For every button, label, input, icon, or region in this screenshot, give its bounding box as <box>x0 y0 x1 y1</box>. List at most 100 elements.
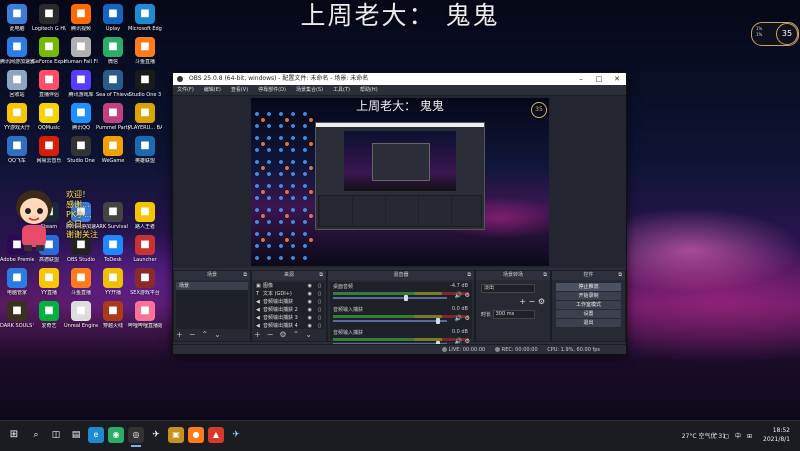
gear-icon[interactable]: ⚙ <box>465 315 470 322</box>
search-icon[interactable]: ⌕ <box>28 427 44 443</box>
desktop-icon[interactable]: ■ 腾讯QQ <box>64 103 98 131</box>
desktop-icon[interactable]: ■ YY游戏大厅 <box>0 103 34 131</box>
source-item[interactable]: ◀ 音频输出捕获 3 ◉ ▯ <box>254 314 324 322</box>
desktop-icon[interactable]: ■ 穿越火线 <box>96 301 130 329</box>
desktop-icon[interactable]: ■ 爱奇艺 <box>32 301 66 329</box>
add-source-icon[interactable]: + <box>254 330 261 339</box>
menu-item[interactable]: 文件(F) <box>177 87 194 93</box>
add-transition-icon[interactable]: + <box>519 297 526 306</box>
source-item[interactable]: ◀ 音频输出捕获 2 ◉ ▯ <box>254 306 324 314</box>
performance-widget[interactable]: 1% 1% 35 <box>751 22 799 46</box>
desktop-icon[interactable]: ■ ARK Survival Evolved <box>96 202 130 230</box>
volume-slider[interactable] <box>333 318 447 324</box>
scenes-list[interactable]: 场景 <box>176 282 248 329</box>
desktop-icon[interactable]: ■ Human Fall Flat <box>64 37 98 65</box>
visibility-eye-icon[interactable]: ◉ <box>308 282 312 290</box>
remove-scene-icon[interactable]: − <box>189 330 196 339</box>
remove-transition-icon[interactable]: − <box>529 297 536 306</box>
source-settings-icon[interactable]: ⚙ <box>279 330 286 339</box>
edge-icon[interactable]: e <box>88 427 104 443</box>
plane-icon[interactable]: ✈ <box>148 427 164 443</box>
source-item[interactable]: ▣ 图像 ◉ ▯ <box>254 282 324 290</box>
visibility-eye-icon[interactable]: ◉ <box>308 290 312 298</box>
wechat-icon[interactable]: ◉ <box>108 427 124 443</box>
dock-popout-icon[interactable]: ⧉ <box>543 271 547 280</box>
obs-window[interactable]: OBS 25.0.8 (64-bit, windows) - 配置文件: 未命名… <box>172 72 627 355</box>
move-up-icon[interactable]: ⌃ <box>201 330 208 339</box>
source-item[interactable]: T 文本 (GDI+) ◉ ▯ <box>254 290 324 298</box>
desktop-icon[interactable]: ■ 哔哩哔哩直播姬 <box>128 301 162 329</box>
visibility-eye-icon[interactable]: ◉ <box>308 298 312 306</box>
dock-popout-icon[interactable]: ⧉ <box>243 271 247 280</box>
lock-icon[interactable]: ▯ <box>318 322 321 330</box>
menu-item[interactable]: 工具(T) <box>333 87 350 93</box>
preview-canvas[interactable]: 上周老大： 鬼鬼 35 <box>251 98 549 266</box>
plane-icon[interactable]: ✈ <box>228 427 244 443</box>
transition-select[interactable]: 淡出 <box>481 284 535 293</box>
visibility-eye-icon[interactable]: ◉ <box>308 306 312 314</box>
menu-item[interactable]: 查看(V) <box>231 87 248 93</box>
desktop-icon[interactable]: ■ 路人王者 <box>128 202 162 230</box>
app-icon[interactable]: ▲ <box>208 427 224 443</box>
source-item[interactable]: ◀ 音频输出捕获 ◉ ▯ <box>254 298 324 306</box>
lock-icon[interactable]: ▯ <box>318 306 321 314</box>
move-down-icon[interactable]: ⌄ <box>214 330 221 339</box>
tray-icons[interactable]: ^ ◻ 中 ⊞ <box>713 431 754 440</box>
lock-icon[interactable]: ▯ <box>318 290 321 298</box>
app-icon[interactable]: ▣ <box>168 427 184 443</box>
source-item[interactable]: ◀ 音频输出捕获 4 ◉ ▯ <box>254 322 324 330</box>
desktop-icon[interactable]: ■ YY直播 <box>32 268 66 296</box>
desktop-icon[interactable]: ■ Pummel Party <box>96 103 130 131</box>
desktop-icon[interactable]: ■ Logitech G HUB <box>32 4 66 32</box>
volume-slider[interactable] <box>333 295 447 301</box>
gear-icon[interactable]: ⚙ <box>465 292 470 299</box>
control-button[interactable]: 开始录制 <box>556 292 621 300</box>
desktop-icon[interactable]: ■ DARK SOULS™ III <box>0 301 34 329</box>
maximize-button[interactable]: □ <box>590 73 608 85</box>
desktop-icon[interactable]: ■ SEX游戏平台 <box>128 268 162 296</box>
move-up-icon[interactable]: ⌃ <box>293 330 300 339</box>
lock-icon[interactable]: ▯ <box>318 282 321 290</box>
volume-slider-knob[interactable] <box>403 295 408 301</box>
menu-item[interactable]: 帮助(H) <box>360 87 378 93</box>
start-button[interactable]: ⊞ <box>6 427 22 443</box>
desktop-icon[interactable]: ■ Sea of Thieves <box>96 70 130 98</box>
task-view-icon[interactable]: ◫ <box>48 427 64 443</box>
lock-icon[interactable]: ▯ <box>318 298 321 306</box>
menu-item[interactable]: 编辑(E) <box>204 87 221 93</box>
desktop-icon[interactable]: ■ 斗鱼直播 <box>128 37 162 65</box>
scene-item[interactable]: 场景 <box>176 282 248 290</box>
desktop-icon[interactable]: ■ 电脑管家 <box>0 268 34 296</box>
desktop-icon[interactable]: ■ 微信 <box>96 37 130 65</box>
lock-icon[interactable]: ▯ <box>318 314 321 322</box>
move-down-icon[interactable]: ⌄ <box>305 330 312 339</box>
desktop-icon[interactable]: ■ 回收站 <box>0 70 34 98</box>
transition-settings-icon[interactable]: ⚙ <box>538 297 545 306</box>
menu-item[interactable]: 场景集合(S) <box>296 87 323 93</box>
desktop-icon[interactable]: ■ GeForce Experience <box>32 37 66 65</box>
add-scene-icon[interactable]: + <box>176 330 183 339</box>
desktop-icon[interactable]: ■ 网易云音乐 <box>32 136 66 164</box>
desktop-icon[interactable]: ■ 此电脑 <box>0 4 34 32</box>
desktop-icon[interactable]: ■ 直播伴侣 <box>32 70 66 98</box>
desktop-icon[interactable]: ■ QQMusic <box>32 103 66 131</box>
speaker-icon[interactable]: 🔊 <box>455 292 462 299</box>
desktop-icon[interactable]: ■ Studio One <box>64 136 98 164</box>
dock-popout-icon[interactable]: ⧉ <box>467 271 471 280</box>
desktop-icon[interactable]: ■ Microsoft Edge <box>128 4 162 32</box>
speaker-icon[interactable]: 🔊 <box>455 315 462 322</box>
douyu-icon[interactable]: ● <box>188 427 204 443</box>
desktop-icon[interactable]: ■ YY开播 <box>96 268 130 296</box>
desktop-icon[interactable]: ■ WeGame <box>96 136 130 164</box>
desktop-icon[interactable]: ■ 英雄联盟 <box>128 136 162 164</box>
visibility-eye-icon[interactable]: ◉ <box>308 322 312 330</box>
desktop-icon[interactable]: ■ ToDesk <box>96 235 130 263</box>
control-button[interactable]: 工作室模式 <box>556 301 621 309</box>
desktop-icon[interactable]: ■ 腾讯游戏库 <box>64 70 98 98</box>
desktop-icon[interactable]: ■ 腾讯视频 <box>64 4 98 32</box>
dock-popout-icon[interactable]: ⧉ <box>319 271 323 280</box>
obs-taskbar-icon[interactable]: ◎ <box>128 427 144 447</box>
minimize-button[interactable]: – <box>572 73 590 85</box>
desktop-icon[interactable]: ■ 斗鱼直播 <box>64 268 98 296</box>
menu-item[interactable]: 停靠部件(D) <box>258 87 286 93</box>
